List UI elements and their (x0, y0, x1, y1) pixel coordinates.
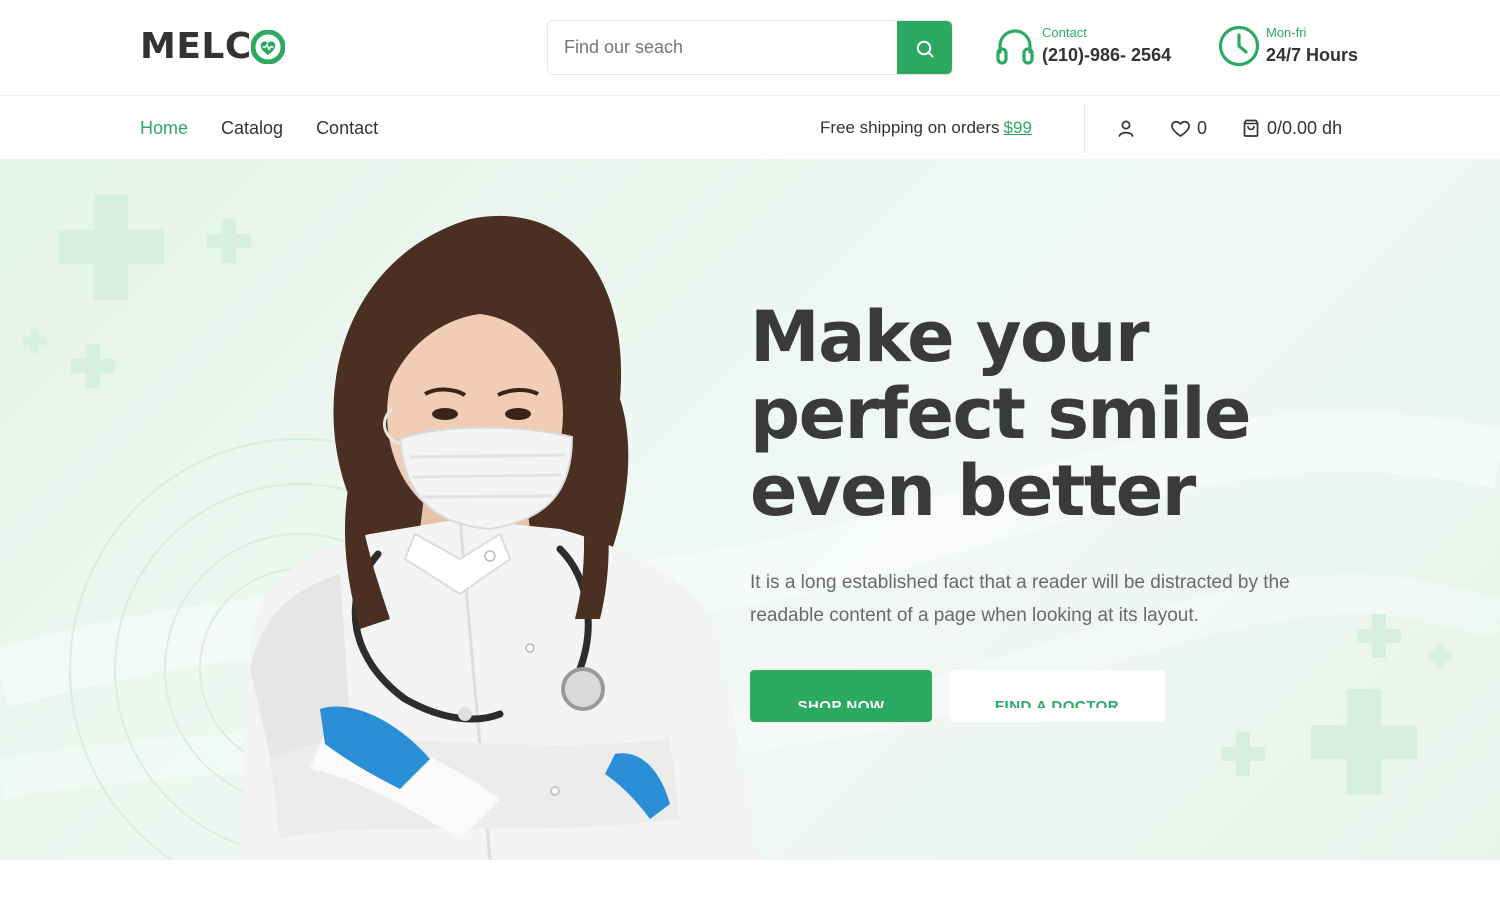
hero-description: It is a long established fact that a rea… (750, 572, 1290, 626)
wishlist-count: 0 (1197, 117, 1208, 138)
nav-link-catalog[interactable]: Catalog (221, 118, 283, 139)
find-doctor-button[interactable]: FIND A DOCTOR (949, 670, 1165, 722)
brand-logo[interactable]: MELC (140, 28, 285, 66)
contact-label: Contact (1042, 25, 1087, 40)
nav-link-contact[interactable]: Contact (316, 118, 378, 139)
hours-info: Mon-fri 24/7 Hours (1218, 24, 1358, 68)
shipping-price[interactable]: $99 (1004, 118, 1032, 138)
account-button[interactable] (1116, 118, 1136, 138)
shopping-bag-icon (1243, 119, 1259, 137)
hours-label: Mon-fri (1266, 25, 1307, 40)
shop-now-button[interactable]: SHOP NOW (750, 670, 932, 722)
cart-summary: 0/0.00 dh (1267, 117, 1343, 138)
hero-banner: Make your perfect smile even better It i… (0, 159, 1500, 860)
user-icon (1118, 120, 1134, 137)
search-bar (547, 20, 953, 75)
hero-title-line-1: Make your (750, 296, 1150, 378)
nav-link-home[interactable]: Home (140, 118, 188, 139)
doctor-portrait (240, 215, 760, 860)
hero-title-line-3: even better (750, 450, 1196, 532)
hero-title: Make your perfect smile even better (750, 299, 1390, 530)
search-button[interactable] (897, 21, 952, 74)
contact-phone[interactable]: (210)-986- 2564 (1042, 42, 1171, 68)
nav-divider (1084, 103, 1085, 153)
headset-icon (996, 29, 1034, 65)
contact-info: Contact (210)-986- 2564 (994, 24, 1171, 68)
cart-button[interactable]: 0/0.00 dh (1241, 118, 1342, 139)
clock-icon (1218, 25, 1260, 67)
top-header: MELC Contact (210)-986- 2564 (0, 0, 1500, 96)
main-nav: Home Catalog Contact Free shipping on or… (0, 97, 1500, 159)
hero-buttons: SHOP NOW FIND A DOCTOR (750, 670, 1165, 722)
search-icon (916, 40, 933, 57)
find-doctor-label: FIND A DOCTOR (994, 699, 1120, 708)
shop-now-label: SHOP NOW (797, 699, 885, 708)
search-input[interactable] (548, 21, 897, 74)
hours-value: 24/7 Hours (1266, 45, 1359, 65)
brand-name: MELC (140, 26, 252, 67)
shipping-notice: Free shipping on orders $99 (820, 97, 1032, 159)
wishlist-button[interactable]: 0 (1170, 118, 1207, 139)
heart-circle-icon (250, 30, 285, 64)
heart-icon (1171, 120, 1190, 137)
hero-content: Make your perfect smile even better It i… (750, 299, 1390, 722)
shipping-text: Free shipping on orders (820, 118, 1000, 137)
hero-title-line-2: perfect smile (750, 373, 1251, 455)
